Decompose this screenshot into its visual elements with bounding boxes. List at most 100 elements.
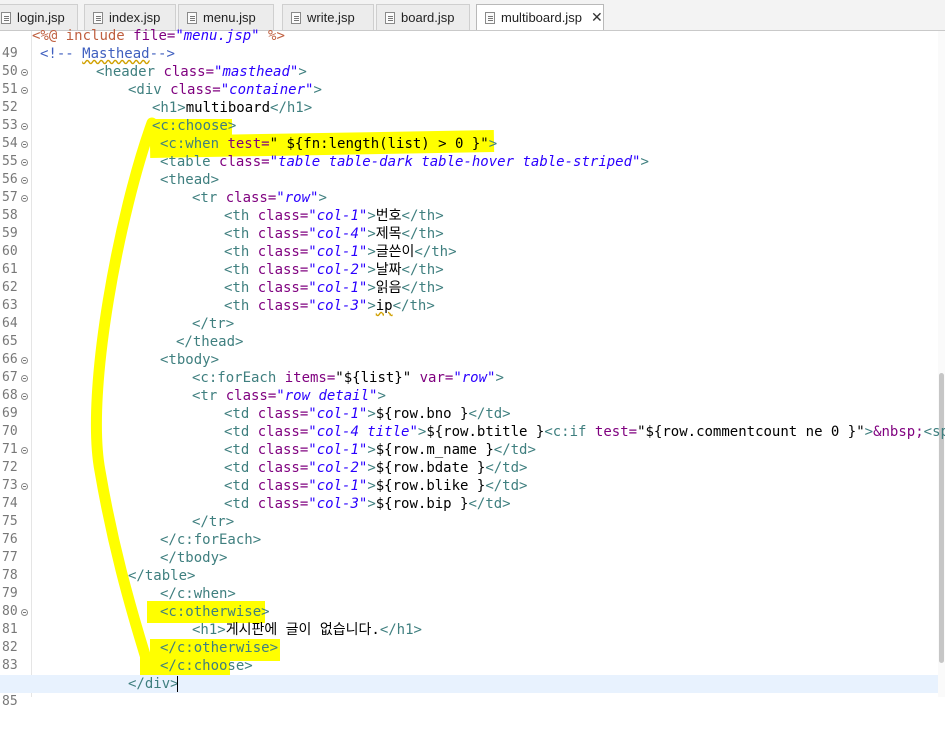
code-token: test= (594, 424, 638, 440)
code-token: "col-4" (308, 226, 368, 242)
code-token: "row" (453, 370, 496, 386)
code-token: var= (411, 370, 454, 386)
code-token: > (367, 244, 376, 260)
code-token: > (495, 370, 504, 386)
code-token: > (367, 262, 376, 278)
code-token: </tr> (192, 316, 235, 332)
code-token: "col-1" (308, 244, 368, 260)
fold-icon[interactable] (21, 141, 28, 148)
vertical-scrollbar[interactable] (938, 31, 945, 697)
fold-icon[interactable] (21, 375, 28, 382)
code-token: <c:forEach (192, 370, 285, 386)
code-token: </td> (468, 496, 511, 512)
code-token: </th> (414, 244, 457, 260)
file-icon (1, 11, 11, 24)
code-token: ${row.blike } (375, 478, 486, 494)
fold-icon[interactable] (21, 357, 28, 364)
tab-label: menu.jsp (203, 10, 256, 25)
code-token: <c:otherwise> (160, 604, 270, 620)
fold-icon[interactable] (21, 609, 28, 616)
code-token: "col-1" (308, 280, 368, 296)
code-token: "${list}" (335, 370, 412, 386)
code-token: <header (96, 64, 164, 80)
fold-icon[interactable] (21, 123, 28, 130)
code-token: --> (149, 46, 175, 62)
code-token: <td (224, 478, 258, 494)
fold-icon[interactable] (21, 447, 28, 454)
code-line: 83 </c:otherwise> (0, 639, 938, 673)
code-token: > (640, 154, 649, 170)
tab-label: login.jsp (17, 10, 65, 25)
code-line: 64 <th class="col-3">ip</th> (0, 297, 938, 331)
code-line: 72 <td class="col-1">${row.m_name }</td> (0, 441, 938, 475)
code-token: "col-1" (308, 442, 368, 458)
code-token: <td (224, 406, 258, 422)
code-token: class= (257, 280, 309, 296)
code-token: class= (225, 190, 277, 206)
code-token: "container" (220, 82, 314, 98)
code-token: > (367, 442, 376, 458)
code-line: 51 <header class="masthead"> (0, 63, 938, 97)
code-token: class= (257, 478, 309, 494)
code-token: <thead> (160, 172, 220, 188)
code-editor[interactable]: 49 <%@ include file="menu.jsp" %> 50 <!-… (0, 28, 945, 709)
code-token: ${row.bno } (375, 406, 469, 422)
code-token: > (367, 226, 376, 242)
code-token: <div (128, 82, 171, 98)
code-token: "menu.jsp" (175, 28, 260, 44)
code-token: class= (163, 64, 215, 80)
tab-label: board.jsp (401, 10, 455, 25)
code-line: 52 <div class="container"> (0, 81, 938, 115)
code-token: <th (224, 226, 258, 242)
code-token: class= (257, 226, 309, 242)
code-token: include (57, 28, 134, 44)
code-token: > (367, 298, 376, 314)
code-line: 76 </tr> (0, 513, 938, 547)
code-token: "col-2" (308, 460, 368, 476)
fold-icon[interactable] (21, 393, 28, 400)
code-token: </td> (485, 478, 528, 494)
code-line: 61 <th class="col-1">글쓴이</th> (0, 243, 938, 277)
code-token: <h1> (192, 622, 226, 638)
code-line: 65 </tr> (0, 315, 938, 349)
code-token: > (864, 424, 874, 440)
code-token: class= (170, 82, 221, 98)
code-line: 56 <table class="table table-dark table-… (0, 153, 938, 187)
file-icon (385, 11, 395, 24)
fold-icon[interactable] (21, 177, 28, 184)
code-line: 77 </c:forEach> (0, 531, 938, 565)
code-line: 55 <c:when test=" ${fn:length(list) > 0 … (0, 135, 938, 169)
fold-icon[interactable] (21, 483, 28, 490)
code-token: "col-1" (308, 478, 368, 494)
code-token: "col-3" (308, 298, 368, 314)
code-line: 70 <td class="col-1">${row.bno }</td> (0, 405, 938, 439)
code-token: items= (284, 370, 336, 386)
code-token: class= (257, 460, 309, 476)
code-line: 82 <h1>게시판에 글이 없습니다.</h1> (0, 621, 938, 655)
code-token: > (313, 82, 322, 98)
code-line: 62 <th class="col-2">날짜</th> (0, 261, 938, 295)
fold-icon[interactable] (21, 69, 28, 76)
code-token: </th> (401, 226, 444, 242)
code-token: </td> (468, 406, 511, 422)
code-line: 49 <%@ include file="menu.jsp" %> (0, 27, 938, 61)
file-icon (187, 11, 197, 24)
code-token: <span c (923, 424, 945, 440)
code-token: 게시판에 글이 없습니다. (225, 622, 380, 638)
code-token: </tbody> (160, 550, 228, 566)
fold-icon[interactable] (21, 159, 28, 166)
close-icon[interactable]: ✕ (591, 9, 603, 26)
code-token: </th> (401, 208, 444, 224)
code-token: 글쓴이 (375, 244, 415, 260)
code-token: <th (224, 298, 258, 314)
code-token: </th> (401, 280, 444, 296)
code-token: </tr> (192, 514, 235, 530)
file-icon (93, 11, 103, 24)
scrollbar-thumb[interactable] (939, 373, 944, 663)
code-token: "${row.commentcount ne 0 }" (637, 424, 865, 440)
code-line: 80 </c:when> (0, 585, 938, 619)
code-token: <tr (192, 190, 226, 206)
fold-icon[interactable] (21, 87, 28, 94)
fold-icon[interactable] (21, 195, 28, 202)
code-token: <tr (192, 388, 226, 404)
